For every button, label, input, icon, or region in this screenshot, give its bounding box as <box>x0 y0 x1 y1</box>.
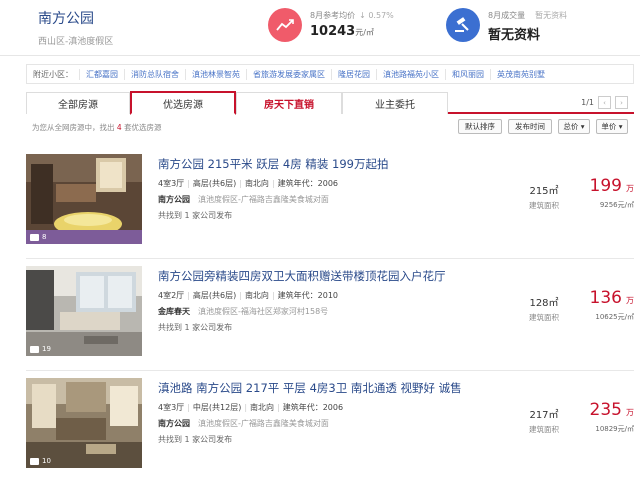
sort-unit-price-button[interactable]: 单价 ▾ <box>596 119 628 134</box>
tab-preferred-listings[interactable]: 优选房源 <box>130 91 236 115</box>
tab-all-listings[interactable]: 全部房源 <box>26 92 130 114</box>
pager: 1/1 ‹ › <box>581 96 628 109</box>
listing-item: 10 滇池路 南方公园 217平 平层 4房3卫 南北通透 视野好 诚售 4室3… <box>26 378 634 478</box>
nearby-community-link[interactable]: 英茂南苑别墅 <box>490 68 551 80</box>
community-title[interactable]: 南方公园 <box>38 8 113 28</box>
nearby-community-link[interactable]: 和风丽园 <box>445 68 490 80</box>
next-page-button[interactable]: › <box>615 96 628 109</box>
listing-unit-price: 10829元/㎡ <box>595 425 634 433</box>
listing-title[interactable]: 南方公园 215平米 跃层 4房 精装 199万起拍 <box>158 156 389 172</box>
listing-location: 金库春天 滇池度假区-福海社区郑家河村158号 <box>158 306 328 317</box>
deal-volume-stat: 8月成交量 暂无资料 暂无资料 <box>446 6 626 50</box>
listing-area: 128㎡ 建筑面积 <box>529 298 559 322</box>
listing-area: 215㎡ 建筑面积 <box>529 186 559 210</box>
camera-icon <box>30 233 39 241</box>
divider <box>26 370 634 371</box>
listing-unit-price: 9256元/㎡ <box>599 201 634 209</box>
listing-area: 217㎡ 建筑面积 <box>529 410 559 434</box>
listing-location: 南方公园 滇池度假区-广福路吉鑫隆美食城对面 <box>158 418 329 429</box>
listing-item: 19 南方公园旁精装四房双卫大面积赠送带楼顶花园入户花厅 4室2厅 | 高层(共6层… <box>26 266 634 366</box>
nearby-community-link[interactable]: 省旅游发展委家属区 <box>246 68 331 80</box>
community-header: 南方公园 西山区-滇池度假区 8月参考均价 ↓ 0.57% 10243元/㎡ 8月… <box>0 0 640 56</box>
listing-price: 199 万 9256元/㎡ <box>574 176 634 210</box>
deal-volume-note: 暂无资料 <box>535 11 568 20</box>
listing-attributes: 4室3厅 | 中层(共12层) | 南北向 | 建筑年代：2006 <box>158 403 344 412</box>
nearby-community-link[interactable]: 汇都嘉园 <box>79 68 124 80</box>
listing-location: 南方公园 滇池度假区-广福路吉鑫隆美食城对面 <box>158 194 329 205</box>
listing-price: 235 万 10829元/㎡ <box>574 400 634 434</box>
result-count: 4 <box>116 123 122 132</box>
nearby-community-link[interactable]: 滇池路福苑小区 <box>376 68 445 80</box>
divider <box>26 258 634 259</box>
result-summary: 为您从全网房源中，找出 4 套优选房源 <box>32 123 162 132</box>
tab-owner-entrusted[interactable]: 业主委托 <box>342 92 448 114</box>
chart-line-icon <box>268 8 302 42</box>
listing-community-link[interactable]: 南方公园 <box>158 195 190 204</box>
listing-tabs: 全部房源 优选房源 房天下直销 业主委托 1/1 ‹ › <box>26 91 634 115</box>
nearby-communities-bar: 附近小区： 汇都嘉园 消防总队宿舍 滇池林景智苑 省旅游发展委家属区 隆居花园 … <box>26 64 634 84</box>
sort-default-button[interactable]: 默认排序 <box>458 119 502 134</box>
listing-community-link[interactable]: 金库春天 <box>158 307 190 316</box>
community-title-block: 南方公园 西山区-滇池度假区 <box>38 8 113 47</box>
avg-price-stat: 8月参考均价 ↓ 0.57% 10243元/㎡ <box>268 6 428 50</box>
deal-volume-value: 暂无资料 <box>488 28 541 43</box>
gavel-icon <box>446 8 480 42</box>
listing-address: 滇池度假区-广福路吉鑫隆美食城对面 <box>198 419 329 428</box>
avg-price-label: 8月参考均价 <box>310 11 356 20</box>
tab-direct-sales[interactable]: 房天下直销 <box>236 92 342 114</box>
avg-price-unit: 元/㎡ <box>355 28 374 37</box>
avg-price-value: 10243 <box>310 24 356 39</box>
page-indicator: 1/1 <box>581 98 594 107</box>
sort-total-price-button[interactable]: 总价 ▾ <box>558 119 590 134</box>
prev-page-button[interactable]: ‹ <box>598 96 611 109</box>
listing-photo[interactable]: 8 <box>26 154 142 244</box>
listing-attributes: 4室3厅 | 高层(共6层) | 南北向 | 建筑年代：2006 <box>158 179 338 188</box>
photo-count: 10 <box>30 457 51 465</box>
nearby-label: 附近小区： <box>33 69 73 79</box>
listing-address: 滇池度假区-广福路吉鑫隆美食城对面 <box>198 195 329 204</box>
nearby-community-link[interactable]: 滇池林景智苑 <box>185 68 246 80</box>
photo-count: 8 <box>30 233 46 241</box>
nearby-community-link[interactable]: 隆居花园 <box>331 68 376 80</box>
listing-attributes: 4室2厅 | 高层(共6层) | 南北向 | 建筑年代：2010 <box>158 291 338 300</box>
avg-price-delta: ↓ 0.57% <box>359 11 394 20</box>
listing-agent-count[interactable]: 共找到 1 家公司发布 <box>158 322 232 333</box>
camera-icon <box>30 345 39 353</box>
listing-unit-price: 10625元/㎡ <box>595 313 634 321</box>
camera-icon <box>30 457 39 465</box>
listing-photo[interactable]: 10 <box>26 378 142 468</box>
deal-volume-label: 8月成交量 <box>488 11 526 20</box>
photo-count: 19 <box>30 345 51 353</box>
listing-title[interactable]: 滇池路 南方公园 217平 平层 4房3卫 南北通透 视野好 诚售 <box>158 380 462 396</box>
listing-photo[interactable]: 19 <box>26 266 142 356</box>
nearby-community-link[interactable]: 消防总队宿舍 <box>124 68 185 80</box>
community-district: 西山区-滇池度假区 <box>38 37 114 47</box>
sort-bar: 为您从全网房源中，找出 4 套优选房源 默认排序 发布时间 总价 ▾ 单价 ▾ <box>26 118 634 136</box>
listing-agent-count[interactable]: 共找到 1 家公司发布 <box>158 434 232 445</box>
listing-item: 8 南方公园 215平米 跃层 4房 精装 199万起拍 4室3厅 | 高层(共6层… <box>26 154 634 254</box>
sort-publish-time-button[interactable]: 发布时间 <box>508 119 552 134</box>
listing-price: 136 万 10625元/㎡ <box>574 288 634 322</box>
listing-address: 滇池度假区-福海社区郑家河村158号 <box>198 307 329 316</box>
listing-agent-count[interactable]: 共找到 1 家公司发布 <box>158 210 232 221</box>
listing-community-link[interactable]: 南方公园 <box>158 419 190 428</box>
listing-title[interactable]: 南方公园旁精装四房双卫大面积赠送带楼顶花园入户花厅 <box>158 268 446 284</box>
